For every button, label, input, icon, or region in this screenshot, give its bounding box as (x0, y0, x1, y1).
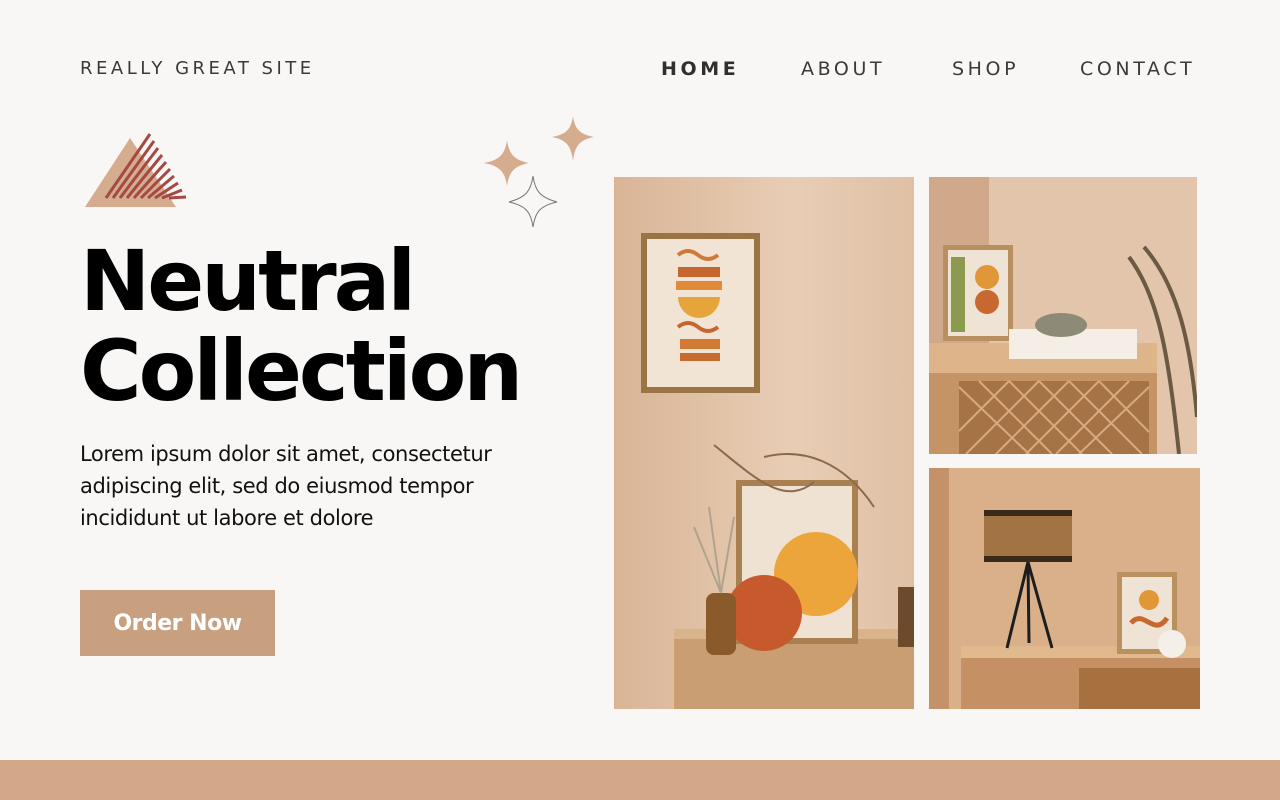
page-title: Neutral Collection (80, 232, 523, 420)
footer-bar (0, 760, 1280, 800)
title-line-2: Collection (80, 322, 523, 420)
main-nav: HOME ABOUT SHOP CONTACT (0, 58, 1280, 82)
title-line-1: Neutral (80, 232, 416, 330)
nav-home[interactable]: HOME (661, 58, 739, 80)
hero-description: Lorem ipsum dolor sit amet, consectetur … (80, 442, 492, 530)
sparkles-icon (480, 112, 602, 230)
nav-about[interactable]: ABOUT (801, 58, 885, 80)
gallery-image-main (614, 177, 914, 709)
gallery-image-top-right (929, 177, 1197, 454)
gallery-image-bottom-right (929, 468, 1200, 709)
nav-contact[interactable]: CONTACT (1080, 58, 1195, 80)
order-now-button[interactable]: Order Now (80, 590, 275, 656)
triangle-stripes-icon (84, 132, 194, 210)
nav-shop[interactable]: SHOP (952, 58, 1019, 80)
